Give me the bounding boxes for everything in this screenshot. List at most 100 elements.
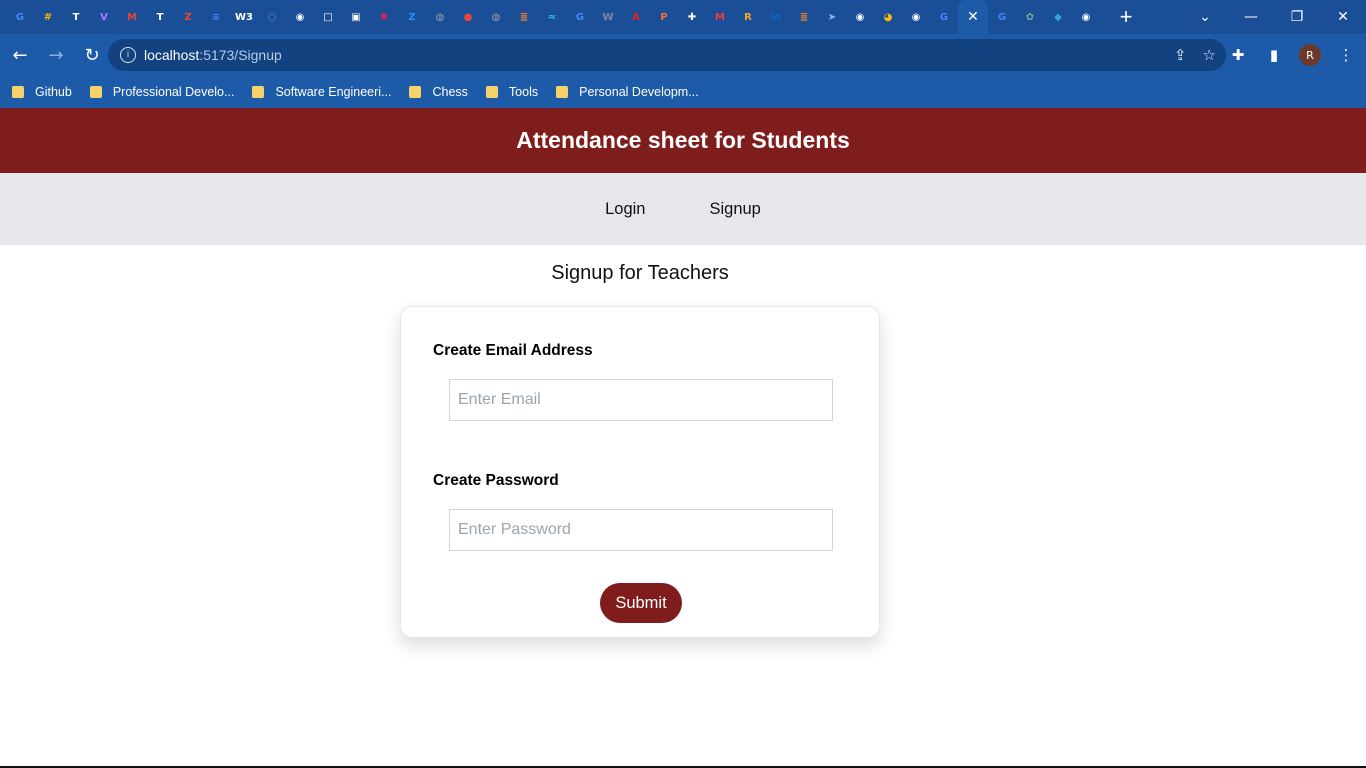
browser-tab[interactable]: V [90, 0, 118, 34]
browser-tab[interactable]: ≈ [538, 0, 566, 34]
hashnode-icon: # [43, 11, 53, 23]
browser-tab[interactable]: T [62, 0, 90, 34]
submit-button[interactable]: Submit [600, 583, 682, 623]
nav-login-link[interactable]: Login [605, 200, 645, 219]
email-field[interactable] [449, 379, 833, 421]
bookmark-tools[interactable]: Tools [485, 85, 538, 99]
forward-button[interactable]: → [40, 39, 72, 71]
google-icon: G [997, 11, 1007, 23]
puzzle-icon: ✚ [687, 11, 697, 23]
github-icon: ◉ [295, 11, 305, 23]
browser-tab[interactable]: ◉ [1072, 0, 1100, 34]
browser-tab[interactable]: ✿ [1016, 0, 1044, 34]
bookmark-github[interactable]: Github [12, 85, 72, 99]
extensions-icon[interactable]: ✚ [1226, 43, 1250, 67]
site-info-icon[interactable]: i [120, 47, 136, 63]
app-nav: Login Signup [0, 173, 1366, 245]
browser-tab[interactable]: M [706, 0, 734, 34]
browser-tab[interactable]: ≣ [790, 0, 818, 34]
browser-tab[interactable]: ◉ [902, 0, 930, 34]
browser-tab[interactable]: ◕ [874, 0, 902, 34]
close-window-button[interactable]: ✕ [1320, 0, 1366, 34]
browser-tab[interactable]: ✚ [678, 0, 706, 34]
password-field[interactable] [449, 509, 833, 551]
spinner-icon: ◌ [267, 11, 277, 23]
zb-icon: Z [184, 11, 192, 23]
browser-tab[interactable]: G [566, 0, 594, 34]
nav-signup-link[interactable]: Signup [709, 200, 760, 219]
folder-icon [409, 86, 422, 98]
url-path: :5173/Signup [199, 47, 282, 63]
email-label: Create Email Address [433, 342, 593, 359]
browser-tab[interactable]: ✱ [370, 0, 398, 34]
record-icon: ● [463, 11, 473, 23]
tab-search-dropdown-icon[interactable]: ⌄ [1182, 0, 1228, 34]
browser-tab[interactable]: ≡ [202, 0, 230, 34]
browser-tab[interactable]: M [118, 0, 146, 34]
new-tab-button[interactable]: + [1108, 0, 1144, 34]
browser-tab[interactable]: W3 [230, 0, 258, 34]
browser-tab[interactable]: G [6, 0, 34, 34]
folder-icon [556, 86, 569, 98]
profile-button[interactable]: R [1298, 43, 1322, 67]
bookmark-star-icon[interactable]: ☆ [1203, 46, 1216, 64]
bookmark-software-engineering[interactable]: Software Engineeri... [252, 85, 391, 99]
browser-tab[interactable]: in [762, 0, 790, 34]
minimize-button[interactable]: — [1228, 0, 1274, 34]
github-icon: ◉ [855, 11, 865, 23]
page-title: Attendance sheet for Students [516, 127, 850, 153]
signup-card: Create Email Address Create Password Sub… [400, 306, 880, 638]
acrobat-icon: A [632, 11, 640, 23]
google-icon: G [15, 11, 25, 23]
stackoverflow-icon: ≣ [799, 11, 809, 23]
bookmark-label: Github [35, 85, 72, 99]
browser-tab[interactable]: # [34, 0, 62, 34]
browser-tab[interactable]: W [594, 0, 622, 34]
back-button[interactable]: ← [4, 39, 36, 71]
browser-tab[interactable]: T [146, 0, 174, 34]
reload-button[interactable]: ↻ [76, 39, 108, 71]
toolbar-actions: ✚ ▮ R ⋮ [1226, 34, 1358, 76]
trello-icon: T [156, 11, 164, 23]
browser-tab[interactable]: ◍ [426, 0, 454, 34]
browser-tab[interactable]: G [988, 0, 1016, 34]
send-icon: ➤ [827, 11, 837, 23]
close-tab-icon[interactable]: ✕ [965, 9, 981, 25]
menu-icon[interactable]: ⋮ [1334, 43, 1358, 67]
bookmark-personal-development[interactable]: Personal Developm... [556, 85, 699, 99]
restore-button[interactable]: ❐ [1274, 0, 1320, 34]
vite-icon: V [100, 11, 108, 23]
browser-tab[interactable]: ● [454, 0, 482, 34]
globe-icon: ◍ [491, 11, 501, 23]
bookmark-chess[interactable]: Chess [409, 85, 468, 99]
browser-tab[interactable]: ◉ [846, 0, 874, 34]
slack-icon: ✱ [379, 11, 389, 23]
browser-tab[interactable]: ◆ [1044, 0, 1072, 34]
browser-tab[interactable]: Z [174, 0, 202, 34]
browser-tab[interactable]: ≣ [510, 0, 538, 34]
share-icon[interactable]: ⇪ [1174, 46, 1187, 64]
browser-tab[interactable]: ➤ [818, 0, 846, 34]
browser-tab[interactable]: P [650, 0, 678, 34]
bookmark-professional-development[interactable]: Professional Develo... [89, 85, 234, 99]
linkedin-icon: in [770, 11, 782, 23]
tailwind-icon: ≈ [547, 11, 557, 23]
browser-tab[interactable]: ▣ [342, 0, 370, 34]
globe-icon: ◍ [435, 11, 445, 23]
form-heading: Signup for Teachers [551, 262, 729, 284]
wikipedia-icon: W [602, 11, 614, 23]
browser-tab[interactable]: ◌ [258, 0, 286, 34]
browser-tab[interactable]: G [930, 0, 958, 34]
browser-tab[interactable]: Z [398, 0, 426, 34]
address-bar[interactable]: i localhost:5173/Signup ⇪ ☆ [108, 39, 1226, 71]
stackoverflow-icon: ≣ [519, 11, 529, 23]
browser-tab[interactable]: R [734, 0, 762, 34]
active-tab[interactable]: ✕ [958, 0, 988, 34]
browser-tab[interactable]: □ [314, 0, 342, 34]
browser-tab[interactable]: ◉ [286, 0, 314, 34]
side-panel-icon[interactable]: ▮ [1262, 43, 1286, 67]
browser-tab[interactable]: A [622, 0, 650, 34]
bookmark-label: Software Engineeri... [275, 85, 392, 99]
browser-tab[interactable]: ◍ [482, 0, 510, 34]
docs-icon: ≡ [211, 11, 221, 23]
